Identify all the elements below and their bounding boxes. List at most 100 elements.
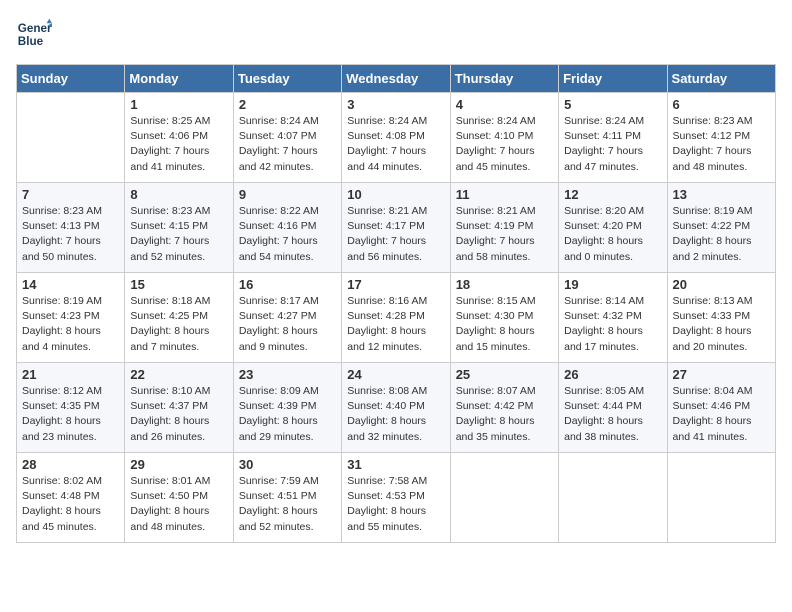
day-number: 28 bbox=[22, 457, 119, 472]
header-friday: Friday bbox=[559, 65, 667, 93]
calendar-cell: 15 Sunrise: 8:18 AM Sunset: 4:25 PM Dayli… bbox=[125, 273, 233, 363]
calendar-cell bbox=[559, 453, 667, 543]
day-number: 29 bbox=[130, 457, 227, 472]
calendar-table: SundayMondayTuesdayWednesdayThursdayFrid… bbox=[16, 64, 776, 543]
day-number: 31 bbox=[347, 457, 444, 472]
day-info: Sunrise: 8:02 AM Sunset: 4:48 PM Dayligh… bbox=[22, 474, 119, 535]
svg-text:Blue: Blue bbox=[18, 35, 44, 48]
calendar-cell: 7 Sunrise: 8:23 AM Sunset: 4:13 PM Daylig… bbox=[17, 183, 125, 273]
calendar-cell: 20 Sunrise: 8:13 AM Sunset: 4:33 PM Dayli… bbox=[667, 273, 775, 363]
day-number: 13 bbox=[673, 187, 770, 202]
day-info: Sunrise: 8:13 AM Sunset: 4:33 PM Dayligh… bbox=[673, 294, 770, 355]
calendar-cell: 14 Sunrise: 8:19 AM Sunset: 4:23 PM Dayli… bbox=[17, 273, 125, 363]
day-number: 6 bbox=[673, 97, 770, 112]
day-number: 15 bbox=[130, 277, 227, 292]
calendar-cell: 2 Sunrise: 8:24 AM Sunset: 4:07 PM Daylig… bbox=[233, 93, 341, 183]
day-info: Sunrise: 8:18 AM Sunset: 4:25 PM Dayligh… bbox=[130, 294, 227, 355]
logo-icon: General Blue bbox=[16, 16, 52, 52]
day-number: 7 bbox=[22, 187, 119, 202]
calendar-cell: 31 Sunrise: 7:58 AM Sunset: 4:53 PM Dayli… bbox=[342, 453, 450, 543]
day-info: Sunrise: 8:24 AM Sunset: 4:07 PM Dayligh… bbox=[239, 114, 336, 175]
day-number: 9 bbox=[239, 187, 336, 202]
calendar-cell: 10Sunrise: 8:21 AM Sunset: 4:17 PM Dayli… bbox=[342, 183, 450, 273]
calendar-cell bbox=[17, 93, 125, 183]
calendar-body: 1 Sunrise: 8:25 AM Sunset: 4:06 PM Daylig… bbox=[17, 93, 776, 543]
day-info: Sunrise: 8:05 AM Sunset: 4:44 PM Dayligh… bbox=[564, 384, 661, 445]
day-info: Sunrise: 8:14 AM Sunset: 4:32 PM Dayligh… bbox=[564, 294, 661, 355]
calendar-cell: 4 Sunrise: 8:24 AM Sunset: 4:10 PM Daylig… bbox=[450, 93, 558, 183]
day-number: 22 bbox=[130, 367, 227, 382]
day-info: Sunrise: 8:24 AM Sunset: 4:08 PM Dayligh… bbox=[347, 114, 444, 175]
day-info: Sunrise: 8:24 AM Sunset: 4:11 PM Dayligh… bbox=[564, 114, 661, 175]
day-number: 14 bbox=[22, 277, 119, 292]
calendar-cell: 25 Sunrise: 8:07 AM Sunset: 4:42 PM Dayli… bbox=[450, 363, 558, 453]
calendar-cell bbox=[667, 453, 775, 543]
day-info: Sunrise: 8:04 AM Sunset: 4:46 PM Dayligh… bbox=[673, 384, 770, 445]
day-number: 19 bbox=[564, 277, 661, 292]
day-number: 1 bbox=[130, 97, 227, 112]
day-number: 2 bbox=[239, 97, 336, 112]
week-row-1: 1 Sunrise: 8:25 AM Sunset: 4:06 PM Daylig… bbox=[17, 93, 776, 183]
logo: General Blue bbox=[16, 16, 52, 52]
day-info: Sunrise: 8:21 AM Sunset: 4:19 PM Dayligh… bbox=[456, 204, 553, 265]
calendar-cell: 23Sunrise: 8:09 AM Sunset: 4:39 PM Dayli… bbox=[233, 363, 341, 453]
calendar-cell: 30Sunrise: 7:59 AM Sunset: 4:51 PM Dayli… bbox=[233, 453, 341, 543]
day-info: Sunrise: 8:23 AM Sunset: 4:15 PM Dayligh… bbox=[130, 204, 227, 265]
day-info: Sunrise: 7:59 AM Sunset: 4:51 PM Dayligh… bbox=[239, 474, 336, 535]
calendar-cell: 29 Sunrise: 8:01 AM Sunset: 4:50 PM Dayli… bbox=[125, 453, 233, 543]
day-info: Sunrise: 8:24 AM Sunset: 4:10 PM Dayligh… bbox=[456, 114, 553, 175]
calendar-cell: 27 Sunrise: 8:04 AM Sunset: 4:46 PM Dayli… bbox=[667, 363, 775, 453]
week-row-5: 28 Sunrise: 8:02 AM Sunset: 4:48 PM Dayli… bbox=[17, 453, 776, 543]
day-info: Sunrise: 8:22 AM Sunset: 4:16 PM Dayligh… bbox=[239, 204, 336, 265]
day-info: Sunrise: 8:12 AM Sunset: 4:35 PM Dayligh… bbox=[22, 384, 119, 445]
day-info: Sunrise: 8:17 AM Sunset: 4:27 PM Dayligh… bbox=[239, 294, 336, 355]
calendar-header: SundayMondayTuesdayWednesdayThursdayFrid… bbox=[17, 65, 776, 93]
day-number: 3 bbox=[347, 97, 444, 112]
calendar-cell: 6Sunrise: 8:23 AM Sunset: 4:12 PM Daylig… bbox=[667, 93, 775, 183]
day-info: Sunrise: 8:07 AM Sunset: 4:42 PM Dayligh… bbox=[456, 384, 553, 445]
day-number: 4 bbox=[456, 97, 553, 112]
day-number: 8 bbox=[130, 187, 227, 202]
page-header: General Blue bbox=[16, 16, 776, 52]
calendar-cell: 28 Sunrise: 8:02 AM Sunset: 4:48 PM Dayli… bbox=[17, 453, 125, 543]
day-info: Sunrise: 8:20 AM Sunset: 4:20 PM Dayligh… bbox=[564, 204, 661, 265]
day-number: 20 bbox=[673, 277, 770, 292]
calendar-cell: 13 Sunrise: 8:19 AM Sunset: 4:22 PM Dayli… bbox=[667, 183, 775, 273]
week-row-4: 21 Sunrise: 8:12 AM Sunset: 4:35 PM Dayli… bbox=[17, 363, 776, 453]
day-info: Sunrise: 8:19 AM Sunset: 4:22 PM Dayligh… bbox=[673, 204, 770, 265]
day-number: 26 bbox=[564, 367, 661, 382]
calendar-cell: 17 Sunrise: 8:16 AM Sunset: 4:28 PM Dayli… bbox=[342, 273, 450, 363]
calendar-cell: 16Sunrise: 8:17 AM Sunset: 4:27 PM Dayli… bbox=[233, 273, 341, 363]
day-number: 11 bbox=[456, 187, 553, 202]
header-monday: Monday bbox=[125, 65, 233, 93]
day-number: 25 bbox=[456, 367, 553, 382]
header-sunday: Sunday bbox=[17, 65, 125, 93]
day-info: Sunrise: 8:19 AM Sunset: 4:23 PM Dayligh… bbox=[22, 294, 119, 355]
day-info: Sunrise: 8:25 AM Sunset: 4:06 PM Dayligh… bbox=[130, 114, 227, 175]
calendar-cell: 11 Sunrise: 8:21 AM Sunset: 4:19 PM Dayli… bbox=[450, 183, 558, 273]
day-info: Sunrise: 8:16 AM Sunset: 4:28 PM Dayligh… bbox=[347, 294, 444, 355]
day-info: Sunrise: 7:58 AM Sunset: 4:53 PM Dayligh… bbox=[347, 474, 444, 535]
calendar-cell bbox=[450, 453, 558, 543]
header-thursday: Thursday bbox=[450, 65, 558, 93]
header-saturday: Saturday bbox=[667, 65, 775, 93]
calendar-cell: 22 Sunrise: 8:10 AM Sunset: 4:37 PM Dayli… bbox=[125, 363, 233, 453]
day-info: Sunrise: 8:23 AM Sunset: 4:13 PM Dayligh… bbox=[22, 204, 119, 265]
day-number: 27 bbox=[673, 367, 770, 382]
day-info: Sunrise: 8:01 AM Sunset: 4:50 PM Dayligh… bbox=[130, 474, 227, 535]
calendar-cell: 19 Sunrise: 8:14 AM Sunset: 4:32 PM Dayli… bbox=[559, 273, 667, 363]
day-number: 17 bbox=[347, 277, 444, 292]
calendar-cell: 9 Sunrise: 8:22 AM Sunset: 4:16 PM Daylig… bbox=[233, 183, 341, 273]
header-wednesday: Wednesday bbox=[342, 65, 450, 93]
day-number: 5 bbox=[564, 97, 661, 112]
day-info: Sunrise: 8:10 AM Sunset: 4:37 PM Dayligh… bbox=[130, 384, 227, 445]
calendar-cell: 12Sunrise: 8:20 AM Sunset: 4:20 PM Dayli… bbox=[559, 183, 667, 273]
day-number: 21 bbox=[22, 367, 119, 382]
header-row: SundayMondayTuesdayWednesdayThursdayFrid… bbox=[17, 65, 776, 93]
day-info: Sunrise: 8:08 AM Sunset: 4:40 PM Dayligh… bbox=[347, 384, 444, 445]
day-number: 18 bbox=[456, 277, 553, 292]
svg-text:General: General bbox=[18, 22, 52, 35]
day-number: 10 bbox=[347, 187, 444, 202]
week-row-2: 7 Sunrise: 8:23 AM Sunset: 4:13 PM Daylig… bbox=[17, 183, 776, 273]
day-info: Sunrise: 8:15 AM Sunset: 4:30 PM Dayligh… bbox=[456, 294, 553, 355]
